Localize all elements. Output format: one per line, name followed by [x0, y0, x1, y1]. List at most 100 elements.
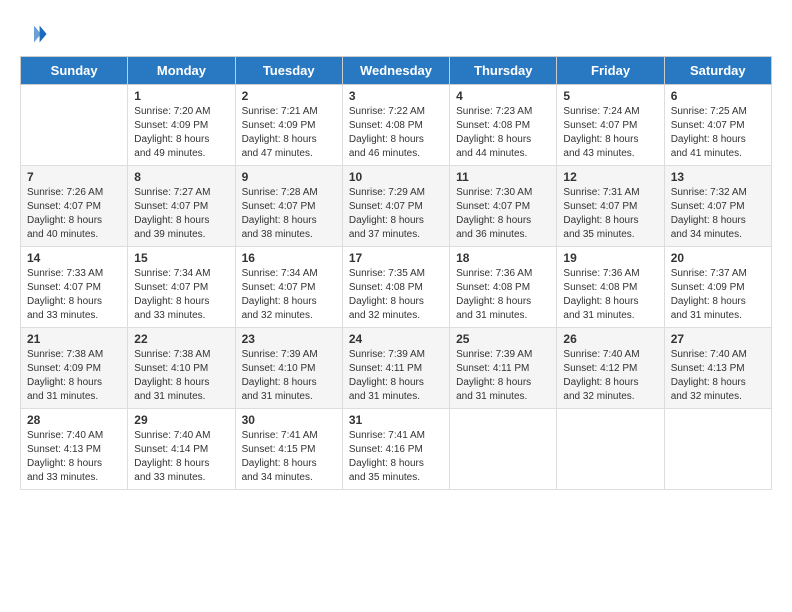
calendar-body: 1 Sunrise: 7:20 AMSunset: 4:09 PMDaylight…	[21, 85, 772, 490]
day-number: 21	[27, 332, 121, 346]
col-header-wednesday: Wednesday	[342, 57, 449, 85]
day-info: Sunrise: 7:26 AMSunset: 4:07 PMDaylight:…	[27, 186, 121, 242]
day-cell: 23Sunrise: 7:39 AMSunset: 4:10 PMDayligh…	[235, 328, 342, 409]
day-cell: 31Sunrise: 7:41 AMSunset: 4:16 PMDayligh…	[342, 409, 449, 490]
day-number: 25	[456, 332, 550, 346]
day-cell: 13Sunrise: 7:32 AMSunset: 4:07 PMDayligh…	[664, 166, 771, 247]
day-number: 31	[349, 413, 443, 427]
day-number: 23	[242, 332, 336, 346]
page-header	[20, 20, 772, 48]
day-cell: 10 Sunrise: 7:29 AMSunset: 4:07 PMDayligh…	[342, 166, 449, 247]
day-number: 14	[27, 251, 121, 265]
day-info: Sunrise: 7:40 AMSunset: 4:13 PMDaylight:…	[27, 429, 121, 485]
day-number: 20	[671, 251, 765, 265]
day-cell: 19 Sunrise: 7:36 AMSunset: 4:08 PMDayligh…	[557, 247, 664, 328]
day-number: 18	[456, 251, 550, 265]
day-cell: 6 Sunrise: 7:25 AMSunset: 4:07 PMDaylight…	[664, 85, 771, 166]
day-cell: 2Sunrise: 7:21 AMSunset: 4:09 PMDaylight…	[235, 85, 342, 166]
day-cell: 18Sunrise: 7:36 AMSunset: 4:08 PMDayligh…	[450, 247, 557, 328]
day-cell	[557, 409, 664, 490]
day-cell: 14 Sunrise: 7:33 AMSunset: 4:07 PMDayligh…	[21, 247, 128, 328]
day-info: Sunrise: 7:22 AMSunset: 4:08 PMDaylight:…	[349, 105, 443, 161]
col-header-sunday: Sunday	[21, 57, 128, 85]
day-info: Sunrise: 7:38 AMSunset: 4:09 PMDaylight:…	[27, 348, 121, 404]
day-number: 8	[134, 170, 228, 184]
calendar-header: SundayMondayTuesdayWednesdayThursdayFrid…	[21, 57, 772, 85]
day-number: 30	[242, 413, 336, 427]
day-cell: 27 Sunrise: 7:40 AMSunset: 4:13 PMDayligh…	[664, 328, 771, 409]
day-info: Sunrise: 7:27 AMSunset: 4:07 PMDaylight:…	[134, 186, 228, 242]
week-row-3: 14 Sunrise: 7:33 AMSunset: 4:07 PMDayligh…	[21, 247, 772, 328]
day-info: Sunrise: 7:30 AMSunset: 4:07 PMDaylight:…	[456, 186, 550, 242]
day-cell: 22 Sunrise: 7:38 AMSunset: 4:10 PMDayligh…	[128, 328, 235, 409]
day-cell: 7 Sunrise: 7:26 AMSunset: 4:07 PMDaylight…	[21, 166, 128, 247]
day-number: 5	[563, 89, 657, 103]
day-number: 7	[27, 170, 121, 184]
col-header-monday: Monday	[128, 57, 235, 85]
day-info: Sunrise: 7:39 AMSunset: 4:11 PMDaylight:…	[349, 348, 443, 404]
day-cell: 16 Sunrise: 7:34 AMSunset: 4:07 PMDayligh…	[235, 247, 342, 328]
day-number: 6	[671, 89, 765, 103]
day-cell: 1 Sunrise: 7:20 AMSunset: 4:09 PMDaylight…	[128, 85, 235, 166]
week-row-5: 28 Sunrise: 7:40 AMSunset: 4:13 PMDayligh…	[21, 409, 772, 490]
day-number: 10	[349, 170, 443, 184]
day-cell	[450, 409, 557, 490]
day-cell: 20Sunrise: 7:37 AMSunset: 4:09 PMDayligh…	[664, 247, 771, 328]
col-header-thursday: Thursday	[450, 57, 557, 85]
day-number: 4	[456, 89, 550, 103]
day-info: Sunrise: 7:40 AMSunset: 4:12 PMDaylight:…	[563, 348, 657, 404]
day-cell: 25 Sunrise: 7:39 AMSunset: 4:11 PMDayligh…	[450, 328, 557, 409]
calendar-table: SundayMondayTuesdayWednesdayThursdayFrid…	[20, 56, 772, 490]
col-header-saturday: Saturday	[664, 57, 771, 85]
day-info: Sunrise: 7:34 AMSunset: 4:07 PMDaylight:…	[134, 267, 228, 323]
day-cell: 8 Sunrise: 7:27 AMSunset: 4:07 PMDaylight…	[128, 166, 235, 247]
day-number: 29	[134, 413, 228, 427]
day-cell: 15 Sunrise: 7:34 AMSunset: 4:07 PMDayligh…	[128, 247, 235, 328]
day-number: 26	[563, 332, 657, 346]
day-number: 1	[134, 89, 228, 103]
day-cell: 3 Sunrise: 7:22 AMSunset: 4:08 PMDaylight…	[342, 85, 449, 166]
logo-icon	[20, 20, 48, 48]
day-cell: 11 Sunrise: 7:30 AMSunset: 4:07 PMDayligh…	[450, 166, 557, 247]
day-info: Sunrise: 7:25 AMSunset: 4:07 PMDaylight:…	[671, 105, 765, 161]
day-info: Sunrise: 7:29 AMSunset: 4:07 PMDaylight:…	[349, 186, 443, 242]
header-row: SundayMondayTuesdayWednesdayThursdayFrid…	[21, 57, 772, 85]
day-info: Sunrise: 7:33 AMSunset: 4:07 PMDaylight:…	[27, 267, 121, 323]
day-info: Sunrise: 7:28 AMSunset: 4:07 PMDaylight:…	[242, 186, 336, 242]
col-header-friday: Friday	[557, 57, 664, 85]
day-number: 15	[134, 251, 228, 265]
day-cell: 29Sunrise: 7:40 AMSunset: 4:14 PMDayligh…	[128, 409, 235, 490]
day-number: 22	[134, 332, 228, 346]
day-number: 27	[671, 332, 765, 346]
day-cell: 9 Sunrise: 7:28 AMSunset: 4:07 PMDaylight…	[235, 166, 342, 247]
day-info: Sunrise: 7:38 AMSunset: 4:10 PMDaylight:…	[134, 348, 228, 404]
day-number: 3	[349, 89, 443, 103]
day-cell: 28 Sunrise: 7:40 AMSunset: 4:13 PMDayligh…	[21, 409, 128, 490]
day-cell: 4 Sunrise: 7:23 AMSunset: 4:08 PMDaylight…	[450, 85, 557, 166]
day-info: Sunrise: 7:35 AMSunset: 4:08 PMDaylight:…	[349, 267, 443, 323]
day-info: Sunrise: 7:21 AMSunset: 4:09 PMDaylight:…	[242, 105, 336, 161]
day-cell: 24 Sunrise: 7:39 AMSunset: 4:11 PMDayligh…	[342, 328, 449, 409]
day-info: Sunrise: 7:36 AMSunset: 4:08 PMDaylight:…	[563, 267, 657, 323]
day-number: 17	[349, 251, 443, 265]
day-number: 12	[563, 170, 657, 184]
day-number: 16	[242, 251, 336, 265]
day-info: Sunrise: 7:20 AMSunset: 4:09 PMDaylight:…	[134, 105, 228, 161]
day-info: Sunrise: 7:23 AMSunset: 4:08 PMDaylight:…	[456, 105, 550, 161]
day-info: Sunrise: 7:39 AMSunset: 4:11 PMDaylight:…	[456, 348, 550, 404]
day-number: 11	[456, 170, 550, 184]
col-header-tuesday: Tuesday	[235, 57, 342, 85]
day-number: 24	[349, 332, 443, 346]
day-info: Sunrise: 7:34 AMSunset: 4:07 PMDaylight:…	[242, 267, 336, 323]
day-cell: 21 Sunrise: 7:38 AMSunset: 4:09 PMDayligh…	[21, 328, 128, 409]
day-info: Sunrise: 7:41 AMSunset: 4:15 PMDaylight:…	[242, 429, 336, 485]
day-number: 28	[27, 413, 121, 427]
day-cell	[21, 85, 128, 166]
day-info: Sunrise: 7:31 AMSunset: 4:07 PMDaylight:…	[563, 186, 657, 242]
day-info: Sunrise: 7:40 AMSunset: 4:13 PMDaylight:…	[671, 348, 765, 404]
day-number: 9	[242, 170, 336, 184]
week-row-2: 7 Sunrise: 7:26 AMSunset: 4:07 PMDaylight…	[21, 166, 772, 247]
day-cell: 5Sunrise: 7:24 AMSunset: 4:07 PMDaylight…	[557, 85, 664, 166]
day-number: 19	[563, 251, 657, 265]
day-info: Sunrise: 7:32 AMSunset: 4:07 PMDaylight:…	[671, 186, 765, 242]
